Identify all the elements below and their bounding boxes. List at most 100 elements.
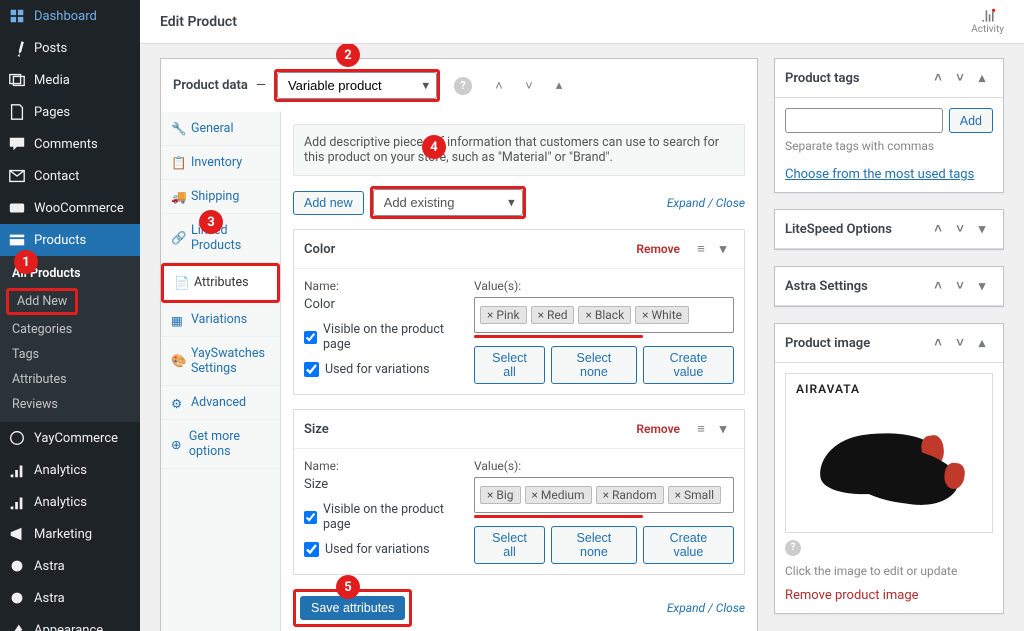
remove-image-link[interactable]: Remove product image: [785, 588, 919, 603]
submenu-tags[interactable]: Tags: [0, 342, 140, 367]
badge-4: 4: [422, 135, 446, 159]
panel-toggle-icon[interactable]: ▴: [971, 67, 993, 89]
create-value-button[interactable]: Create value: [643, 346, 734, 384]
used-checkbox[interactable]: Used for variations: [304, 362, 454, 377]
used-checkbox[interactable]: Used for variations: [304, 542, 454, 557]
grid-icon: ▦: [171, 313, 185, 327]
activity-button[interactable]: Activity: [971, 8, 1004, 35]
sidebar-item-astra[interactable]: Astra: [0, 550, 140, 582]
value-tag[interactable]: × Small: [668, 486, 721, 504]
submenu-categories[interactable]: Categories: [0, 317, 140, 342]
product-image[interactable]: AIRAVATA: [785, 373, 993, 533]
menu-icon[interactable]: ≡: [690, 418, 712, 440]
help-icon[interactable]: ?: [454, 77, 472, 95]
value-tag[interactable]: × Red: [531, 306, 575, 324]
tab-general[interactable]: 🔧General: [161, 112, 280, 146]
panel-down-icon[interactable]: ˅: [949, 67, 971, 89]
value-tag[interactable]: × Black: [578, 306, 631, 324]
tab-shipping[interactable]: 🚚Shipping: [161, 180, 280, 214]
sidebar-item-marketing[interactable]: Marketing: [0, 518, 140, 550]
values-input[interactable]: × Pink× Red× Black× White: [474, 297, 734, 333]
save-attributes-button[interactable]: Save attributes: [300, 596, 405, 620]
panel-up-icon[interactable]: ˄: [927, 332, 949, 354]
brand-text: AIRAVATA: [796, 382, 860, 396]
add-new-button[interactable]: Add new: [293, 191, 364, 215]
marketing-icon: [8, 525, 26, 543]
create-value-button[interactable]: Create value: [643, 526, 734, 564]
panel-down-icon[interactable]: ˅: [518, 75, 540, 97]
tab-yayswatches[interactable]: 🎨YaySwatches Settings: [161, 337, 280, 386]
panel-down-icon[interactable]: ˅: [949, 332, 971, 354]
badge-2: 2: [336, 44, 360, 67]
values-input[interactable]: × Big× Medium× Random× Small: [474, 477, 734, 513]
tab-advanced[interactable]: ⚙Advanced: [161, 386, 280, 420]
media-icon: [8, 71, 26, 89]
tab-variations[interactable]: ▦Variations: [161, 303, 280, 337]
products-icon: [8, 231, 26, 249]
panel-up-icon[interactable]: ˄: [927, 67, 949, 89]
value-tag[interactable]: × Medium: [525, 486, 592, 504]
sidebar-item-media[interactable]: Media: [0, 64, 140, 96]
remove-link[interactable]: Remove: [636, 242, 680, 256]
expand-close-link[interactable]: Expand / Close: [667, 196, 745, 210]
sidebar-item-woocommerce[interactable]: WooCommerce: [0, 192, 140, 224]
sidebar-item-posts[interactable]: Posts: [0, 32, 140, 64]
sidebar-item-yaycommerce[interactable]: YayCommerce: [0, 422, 140, 454]
chevron-down-icon[interactable]: ▾: [712, 418, 734, 440]
help-icon[interactable]: ?: [785, 540, 801, 556]
panel-toggle-icon[interactable]: ▴: [971, 332, 993, 354]
panel-toggle-icon[interactable]: ▾: [971, 218, 993, 240]
appearance-icon: [8, 621, 26, 631]
visible-checkbox[interactable]: Visible on the product page: [304, 322, 454, 352]
panel-up-icon[interactable]: ˄: [927, 218, 949, 240]
value-tag[interactable]: × Pink: [480, 306, 527, 324]
sidebar-item-pages[interactable]: Pages: [0, 96, 140, 128]
panel-toggle-icon[interactable]: ▴: [548, 75, 570, 97]
menu-icon[interactable]: ≡: [690, 238, 712, 260]
submenu-reviews[interactable]: Reviews: [0, 392, 140, 417]
sidebar-item-analytics[interactable]: Analytics: [0, 454, 140, 486]
submenu-attributes[interactable]: Attributes: [0, 367, 140, 392]
mail-icon: [8, 167, 26, 185]
panel-toggle-icon[interactable]: ▾: [971, 275, 993, 297]
panel-down-icon[interactable]: ˅: [949, 275, 971, 297]
comment-icon: [8, 135, 26, 153]
panel-up-icon[interactable]: ˄: [488, 75, 510, 97]
sidebar-item-appearance[interactable]: Appearance: [0, 614, 140, 631]
select-none-button[interactable]: Select none: [551, 346, 637, 384]
value-tag[interactable]: × Random: [596, 486, 664, 504]
truck-icon: 🚚: [171, 190, 185, 204]
tags-input[interactable]: [785, 108, 943, 133]
product-type-select[interactable]: Variable product: [277, 72, 437, 99]
sidebar-item-dashboard[interactable]: Dashboard: [0, 0, 140, 32]
add-existing-select[interactable]: Add existing: [373, 189, 523, 216]
remove-link[interactable]: Remove: [636, 422, 680, 436]
plus-icon: ⊕: [171, 437, 183, 451]
panel-down-icon[interactable]: ˅: [949, 218, 971, 240]
submenu-add-new[interactable]: Add New: [9, 291, 75, 312]
most-used-tags-link[interactable]: Choose from the most used tags: [785, 167, 974, 182]
sidebar-item-comments[interactable]: Comments: [0, 128, 140, 160]
expand-close-link-bottom[interactable]: Expand / Close: [667, 601, 745, 615]
page-icon: [8, 103, 26, 121]
add-tag-button[interactable]: Add: [949, 108, 993, 133]
product-tags-panel: Product tags˄˅▴ Add Separate tags with c…: [774, 58, 1004, 193]
sidebar-item-astra[interactable]: Astra: [0, 582, 140, 614]
tab-attributes[interactable]: 📄Attributes: [164, 266, 277, 300]
value-tag[interactable]: × White: [635, 306, 689, 324]
tab-more[interactable]: ⊕Get more options: [161, 420, 280, 469]
sidebar-item-contact[interactable]: Contact: [0, 160, 140, 192]
astra-icon: [8, 557, 26, 575]
red-underline: [474, 515, 643, 518]
chevron-down-icon[interactable]: ▾: [712, 238, 734, 260]
panel-up-icon[interactable]: ˄: [927, 275, 949, 297]
attr-title: Size: [304, 422, 329, 437]
value-tag[interactable]: × Big: [480, 486, 521, 504]
select-none-button[interactable]: Select none: [551, 526, 637, 564]
visible-checkbox[interactable]: Visible on the product page: [304, 502, 454, 532]
yay-icon: [8, 429, 26, 447]
tab-inventory[interactable]: 📋Inventory: [161, 146, 280, 180]
select-all-button[interactable]: Select all: [474, 346, 545, 384]
select-all-button[interactable]: Select all: [474, 526, 545, 564]
sidebar-item-analytics[interactable]: Analytics: [0, 486, 140, 518]
